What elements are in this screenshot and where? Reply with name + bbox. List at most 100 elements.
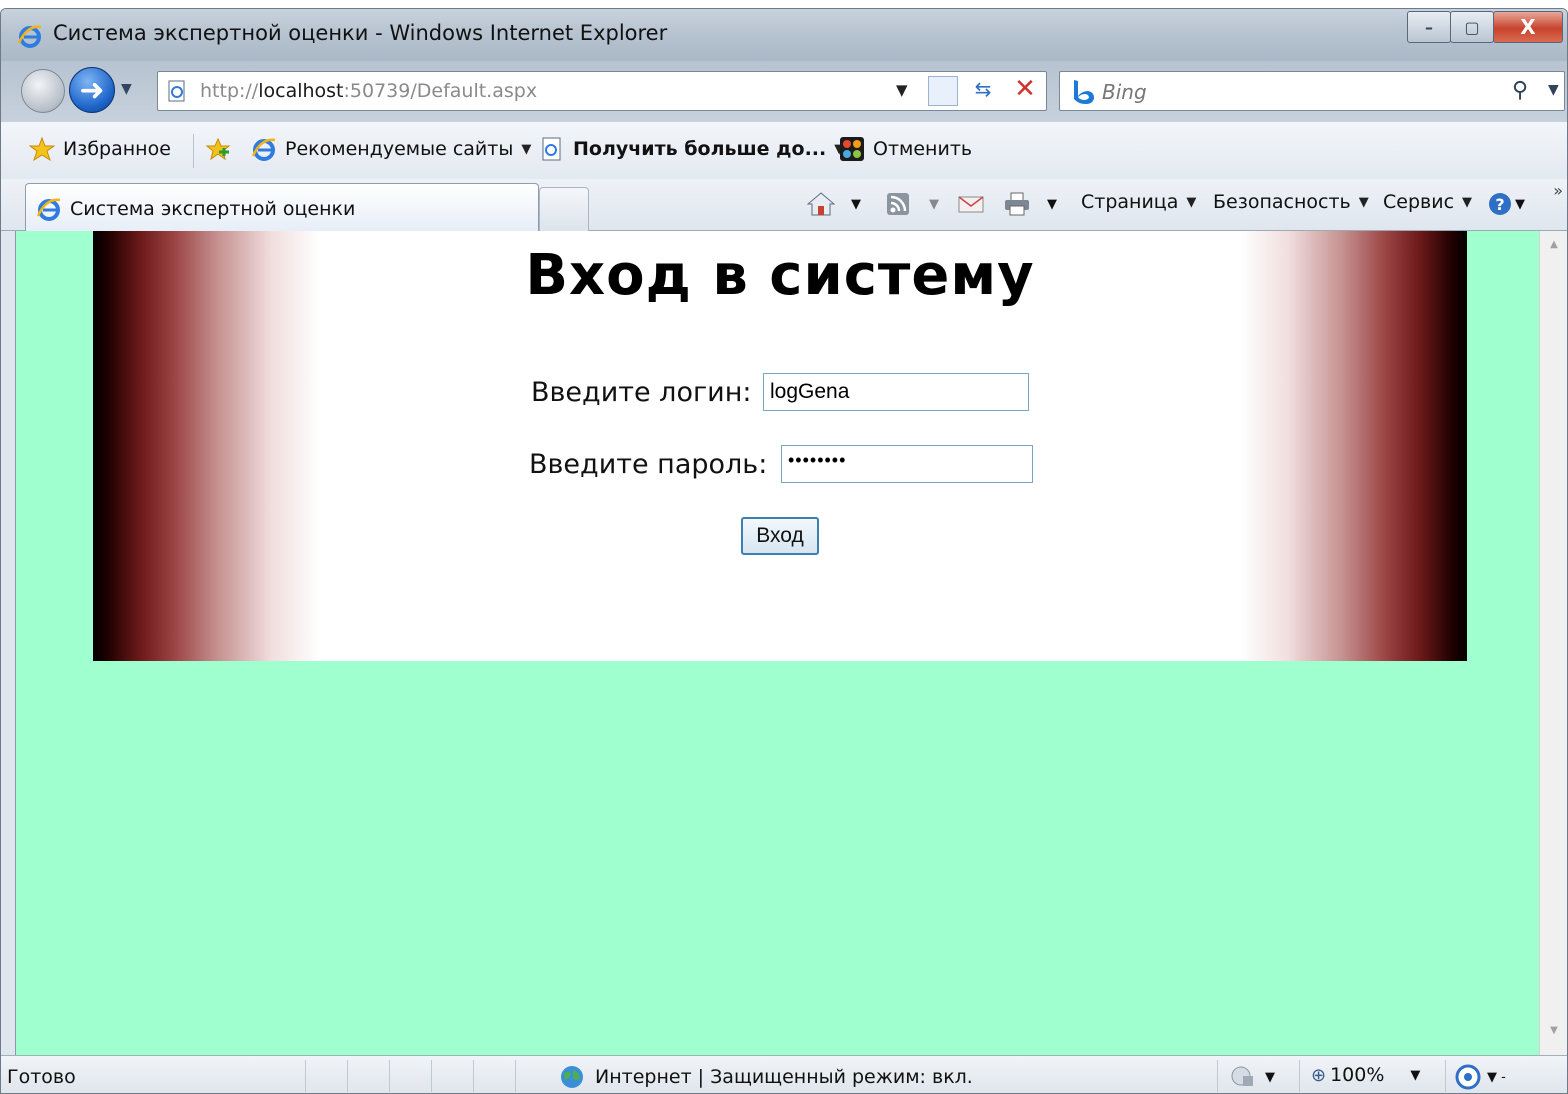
tab-command-bar: Система экспертной оценки ▼ ▼ ▼ Страница… — [1, 179, 1567, 231]
page-viewport: Вход в систему Введите логин: Введите па… — [15, 231, 1539, 1055]
page-menu-label: Страница — [1081, 191, 1179, 213]
svg-text:?: ? — [1495, 195, 1504, 214]
minimize-button[interactable]: – — [1407, 11, 1451, 43]
tools-menu-label: Сервис — [1383, 191, 1455, 213]
status-divider — [1299, 1060, 1300, 1092]
undo-label: Отменить — [873, 138, 973, 160]
close-button[interactable]: X — [1493, 11, 1563, 43]
forward-button[interactable]: ➜ — [69, 67, 115, 113]
feeds-dropdown-icon[interactable]: ▼ — [929, 197, 939, 212]
url-text[interactable]: http://localhost:50739/Default.aspx — [200, 80, 537, 102]
search-dropdown-icon[interactable]: ▼ — [1548, 82, 1559, 98]
status-divider — [1445, 1060, 1446, 1092]
chevron-down-icon: ▼ - — [1487, 1069, 1506, 1085]
add-favorite-icon — [205, 137, 231, 161]
home-button[interactable] — [807, 191, 835, 217]
window-title: Система экспертной оценки - Windows Inte… — [53, 21, 668, 45]
login-button[interactable]: Вход — [741, 517, 819, 555]
favorites-bar: Избранное Рекомендуемые сайты ▼ Получить… — [1, 121, 1567, 179]
page-icon — [542, 137, 561, 161]
chevron-down-icon: ▼ — [521, 141, 532, 157]
address-dropdown-icon[interactable]: ▼ — [896, 81, 908, 99]
notification-icon — [1455, 1064, 1481, 1090]
login-input[interactable] — [763, 373, 1029, 411]
favorites-button[interactable]: Избранное — [29, 136, 171, 162]
new-tab-button[interactable] — [539, 187, 589, 231]
add-to-favorites-button[interactable] — [205, 136, 239, 162]
help-button[interactable]: ? ▼ — [1487, 191, 1525, 217]
search-placeholder[interactable]: Bing — [1102, 80, 1147, 104]
tools-menu[interactable]: Сервис ▼ — [1383, 191, 1472, 213]
get-more-label: Получить больше до... — [573, 138, 827, 160]
read-mail-button[interactable] — [957, 191, 985, 217]
mail-icon — [958, 196, 984, 213]
star-icon — [29, 136, 55, 162]
status-divider — [473, 1060, 474, 1092]
suggested-sites-button[interactable]: Рекомендуемые сайты ▼ — [251, 136, 531, 162]
chevron-down-icon: ▼ — [1358, 194, 1369, 210]
chevron-down-icon: ▼ — [1186, 194, 1197, 210]
status-bar: Готово Интернет | Защищенный режим: вкл.… — [1, 1055, 1567, 1093]
zoom-level: 100% — [1330, 1064, 1385, 1086]
protected-mode-button[interactable]: ▼ — [1229, 1064, 1275, 1090]
ie-logo-icon — [17, 25, 42, 48]
chevron-down-icon: ▼ — [1265, 1069, 1275, 1085]
chevron-down-icon: ▼ — [1410, 1067, 1421, 1083]
page-title: Вход в систему — [525, 243, 1035, 308]
home-icon — [807, 192, 835, 216]
search-icon[interactable]: ⚲ — [1512, 78, 1528, 103]
security-zone[interactable]: Интернет | Защищенный режим: вкл. — [559, 1064, 973, 1090]
print-button[interactable] — [1003, 191, 1031, 217]
address-bar[interactable]: http://localhost:50739/Default.aspx ▼ ⇆ … — [157, 71, 1047, 111]
status-divider — [515, 1060, 516, 1092]
browser-window: Система экспертной оценки - Windows Inte… — [0, 8, 1568, 1094]
close-icon: X — [1520, 15, 1536, 39]
status-text: Готово — [7, 1066, 76, 1088]
vertical-scrollbar[interactable]: ▲ ▼ — [1539, 231, 1567, 1055]
chevron-down-icon: ▼ — [1462, 194, 1473, 210]
safety-menu[interactable]: Безопасность ▼ — [1213, 191, 1369, 213]
status-divider — [1217, 1060, 1218, 1092]
printer-icon — [1005, 192, 1029, 216]
status-divider — [305, 1060, 306, 1092]
tab-active[interactable]: Система экспертной оценки — [25, 183, 539, 231]
rss-feed-icon — [887, 193, 909, 215]
page-icon — [168, 80, 185, 102]
home-dropdown-icon[interactable]: ▼ — [851, 197, 861, 212]
compatibility-view-icon[interactable] — [928, 76, 958, 106]
maximize-button[interactable]: ▢ — [1450, 11, 1494, 43]
bing-logo-icon — [1074, 80, 1094, 104]
search-box[interactable]: Bing ⚲ ▼ — [1059, 71, 1565, 111]
favorites-label: Избранное — [63, 138, 171, 160]
scroll-up-icon[interactable]: ▲ — [1540, 239, 1567, 263]
feeds-button[interactable] — [885, 191, 913, 217]
status-divider — [389, 1060, 390, 1092]
suggested-sites-label: Рекомендуемые сайты — [285, 138, 514, 160]
more-commands-icon[interactable]: » — [1553, 181, 1563, 200]
chevron-down-icon: ▼ — [1515, 196, 1525, 212]
back-button[interactable] — [21, 69, 65, 113]
login-label: Введите логин: — [531, 377, 752, 408]
undo-button[interactable]: Отменить — [839, 136, 972, 162]
get-more-addons-button[interactable]: Получить больше до... ▼ — [539, 136, 844, 162]
address-row: ➜ ▼ http://localhost:50739/Default.aspx … — [1, 61, 1567, 121]
window-controls: – ▢ X — [1407, 11, 1563, 45]
recent-pages-dropdown-icon[interactable]: ▼ — [121, 81, 132, 97]
title-bar: Система экспертной оценки - Windows Inte… — [1, 9, 1567, 61]
stop-icon[interactable]: ✕ — [1010, 74, 1040, 104]
arrow-right-icon: ➜ — [79, 72, 105, 108]
refresh-icon[interactable]: ⇆ — [968, 77, 998, 107]
password-label: Введите пароль: — [529, 449, 768, 480]
ie-logo-icon — [36, 198, 61, 221]
scroll-down-icon[interactable]: ▼ — [1540, 1025, 1567, 1049]
zoom-icon: ⊕ — [1311, 1064, 1327, 1086]
status-divider — [431, 1060, 432, 1092]
ie-logo-icon — [251, 138, 276, 161]
print-dropdown-icon[interactable]: ▼ — [1047, 197, 1057, 212]
notifications-button[interactable]: ▼ - — [1455, 1064, 1506, 1090]
globe-icon — [561, 1066, 583, 1088]
page-menu[interactable]: Страница ▼ — [1081, 191, 1196, 213]
zoom-control[interactable]: ⊕ 100% ▼ — [1311, 1064, 1420, 1086]
security-settings-icon — [1231, 1066, 1253, 1086]
password-input[interactable]: •••••••• — [781, 445, 1033, 483]
